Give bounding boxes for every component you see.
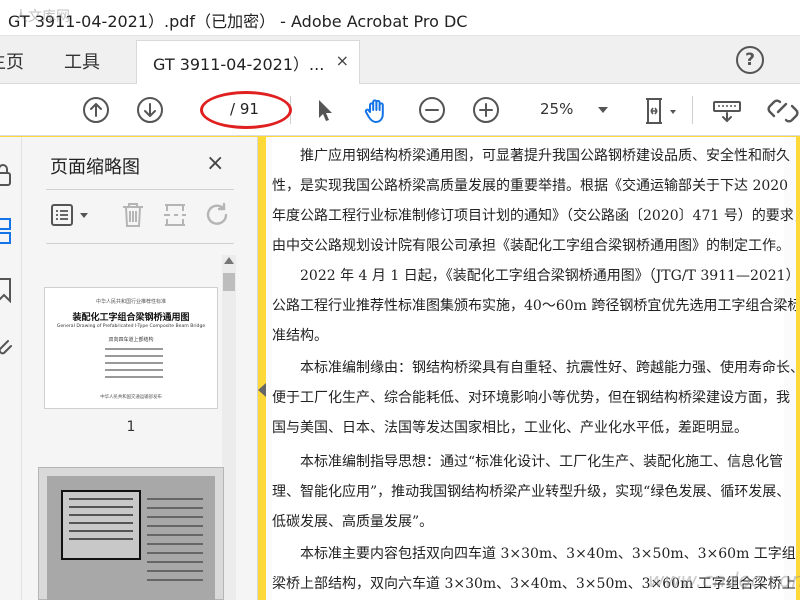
- zoom-value: 25%: [540, 100, 574, 118]
- scrollbar-thumb[interactable]: [223, 273, 235, 291]
- read-mode-icon[interactable]: [712, 96, 742, 124]
- text-line: 本标准主要内容包括双向四车道 3×30m、3×40m、3×50m、3×60m 工…: [300, 546, 796, 562]
- zoom-in-icon[interactable]: [472, 96, 500, 124]
- tab-tools[interactable]: 工具: [64, 48, 100, 74]
- tab-home[interactable]: 主页: [0, 48, 24, 74]
- text-line: 便于工厂化生产、综合能耗低、对环境影响小等优势，但在钢结构桥梁建设方面，我: [272, 390, 790, 406]
- document-page: 推广应用钢结构桥梁通用图，可显著提升我国公路钢桥建设品质、安全性和耐久 性，是实…: [272, 137, 796, 600]
- paragraph: 2022 年 4 月 1 日起，《装配化工字组合梁钢桥通用图》（JTG/T 39…: [272, 261, 796, 351]
- text-line: 年度公路工程行业标准制修订项目计划的通知》（交公路函〔2020〕471 号）的要…: [272, 208, 796, 224]
- paragraph: 本标准编制指导思想：通过“标准化设计、工厂化生产、装配化施工、信息化管 理、智能…: [272, 447, 791, 537]
- window-title: GT 3911-04-2021）.pdf（已加密） - Adobe Acroba…: [8, 12, 468, 31]
- text-line: 性，是实现我国公路桥梁高质量发展的重要举措。根据《交通运输部关于下达 2020: [272, 178, 789, 194]
- chevron-down-icon: [598, 107, 608, 113]
- panel-close-icon[interactable]: ×: [206, 151, 224, 176]
- delete-page-icon[interactable]: [120, 201, 146, 229]
- thumb-view-frame[interactable]: [61, 490, 141, 560]
- tab-document[interactable]: GT 3911-04-2021）... ×: [136, 40, 360, 84]
- panel-divider: [46, 243, 234, 244]
- text-line: 本标准编制缘由：钢结构桥梁具有自重轻、抗震性好、跨越能力强、使用寿命长、: [300, 360, 796, 376]
- thumb-title: 装配化工字组合梁钢桥通用图: [72, 313, 190, 323]
- text-line: 推广应用钢结构桥梁通用图，可显著提升我国公路钢桥建设品质、安全性和耐久: [300, 148, 790, 164]
- select-cursor-icon[interactable]: [310, 96, 338, 124]
- annotation-ellipse: [200, 91, 292, 129]
- page-thumbnail-2: [47, 476, 215, 600]
- attachment-icon[interactable]: [0, 333, 14, 357]
- text-line: 公路工程行业推荐性标准图集颁布实施，40～60m 跨径钢桥宜优先选用工字组合梁标: [272, 298, 796, 314]
- previous-page-icon[interactable]: [82, 96, 110, 124]
- text-line: 准结构。: [272, 328, 328, 344]
- thumb-footer: 中华人民共和国交通运输部发布: [100, 395, 162, 400]
- scroll-up-icon[interactable]: [224, 257, 234, 264]
- paragraph: 推广应用钢结构桥梁通用图，可显著提升我国公路钢桥建设品质、安全性和耐久 性，是实…: [272, 141, 796, 261]
- link-icon[interactable]: [766, 96, 800, 124]
- zoom-out-icon[interactable]: [418, 96, 446, 124]
- tab-close-icon[interactable]: ×: [336, 51, 349, 70]
- fit-page-icon[interactable]: [642, 96, 682, 124]
- text-line: 理、智能化应用”，推动我国钢结构桥梁产业转型升级，实现“绿色发展、循环发展、: [272, 484, 791, 500]
- bookmark-icon[interactable]: [0, 277, 14, 303]
- text-line: 本标准编制指导思想：通过“标准化设计、工厂化生产、装配化施工、信息化管: [300, 454, 784, 470]
- title-watermark: 人文库网: [14, 9, 70, 25]
- help-icon[interactable]: ?: [736, 46, 764, 74]
- text-line: 由中交公路规划设计院有限公司承担《装配化工字组合梁钢桥通用图》的制定工作。: [272, 238, 790, 254]
- text-line: 2022 年 4 月 1 日起，《装配化工字组合梁钢桥通用图》（JTG/T 39…: [300, 268, 796, 284]
- text-line: 国与美国、日本、法国等发达国家相比，工业化、产业化水平低，差距明显。: [272, 420, 748, 436]
- panel-divider: [46, 189, 234, 190]
- site-watermark: www.cndoc.com: [648, 568, 800, 592]
- hand-tool-icon[interactable]: [362, 96, 390, 124]
- paragraph: 本标准编制缘由：钢结构桥梁具有自重轻、抗震性好、跨越能力强、使用寿命长、 便于工…: [272, 353, 796, 443]
- tabs-row: 主页 工具 GT 3911-04-2021）... × ?: [0, 36, 800, 84]
- rotate-page-icon[interactable]: [204, 201, 232, 229]
- document-view[interactable]: 推广应用钢结构桥梁通用图，可显著提升我国公路钢桥建设品质、安全性和耐久 性，是实…: [266, 137, 796, 600]
- thumbnail-options-icon[interactable]: [50, 203, 94, 227]
- collapse-panel-arrow[interactable]: [258, 383, 266, 397]
- thumb-english-title: General Drawing of Prefabricated I-Type …: [56, 324, 206, 329]
- lock-icon[interactable]: [0, 163, 14, 187]
- zoom-dropdown[interactable]: 25%: [526, 94, 612, 126]
- thumbnail-scrollbar[interactable]: [222, 255, 236, 600]
- panel-toolbar: [46, 197, 236, 233]
- text-line: 低碳发展、高质量发展”。: [272, 514, 434, 530]
- thumbnail-page-number: 1: [126, 419, 136, 435]
- panel-title: 页面缩略图: [50, 157, 140, 178]
- left-icon-rail: [0, 137, 22, 600]
- tab-document-label: GT 3911-04-2021）...: [153, 55, 325, 74]
- thumb-org: 中华人民共和国行业推荐性标准: [95, 299, 166, 305]
- toolbar: / 91 25%: [0, 84, 800, 136]
- thumb-text-lines: [105, 348, 163, 383]
- toolbar-divider: [692, 96, 693, 124]
- thumb-subtitle: 双向四车道上部结构: [108, 337, 154, 343]
- thumbnail-panel: 页面缩略图 × 中华人民共和国行业推荐性标准 装配化工字组合梁钢桥通用图 Gen…: [22, 137, 258, 600]
- next-page-icon[interactable]: [136, 96, 164, 124]
- page-thumbnails-icon[interactable]: [0, 217, 14, 245]
- insert-page-icon[interactable]: [162, 201, 188, 229]
- page-thumbnail-2-selected[interactable]: [38, 467, 224, 600]
- page-thumbnail-1[interactable]: 中华人民共和国行业推荐性标准 装配化工字组合梁钢桥通用图 General Dra…: [44, 287, 218, 409]
- title-bar: GT 3911-04-2021）.pdf（已加密） - Adobe Acroba…: [0, 0, 800, 36]
- thumb-text-lines: [147, 498, 203, 588]
